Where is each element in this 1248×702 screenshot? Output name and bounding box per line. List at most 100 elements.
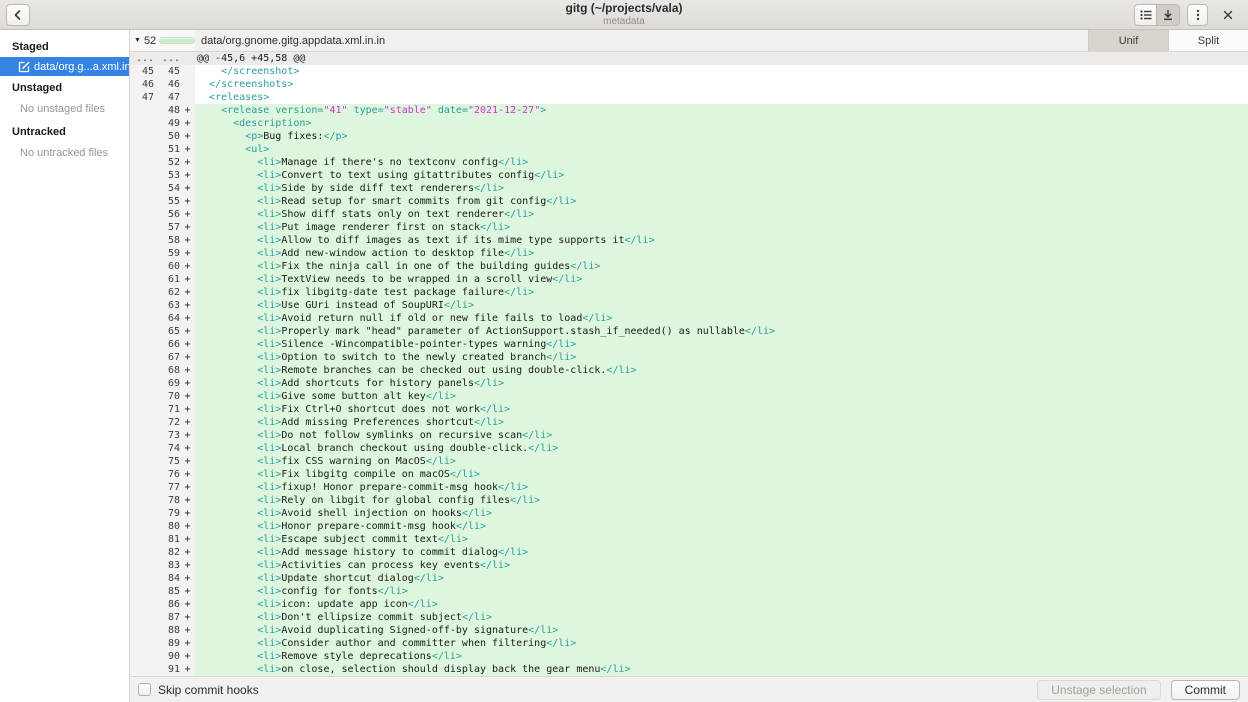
diff-line[interactable]: 70+ <li>Give some button alt key</li> [130,390,1248,403]
diff-line[interactable]: 54+ <li>Side by side diff text renderers… [130,182,1248,195]
diff-line[interactable]: 56+ <li>Show diff stats only on text ren… [130,208,1248,221]
old-line-number [130,572,154,585]
bulleted-list-icon [1138,7,1154,23]
diff-line[interactable]: 85+ <li>config for fonts</li> [130,585,1248,598]
menu-button[interactable] [1187,4,1208,26]
diff-sign: + [180,364,195,377]
diff-line[interactable]: 52+ <li>Manage if there's no textconv co… [130,156,1248,169]
diff-line[interactable]: 4646 </screenshots> [130,78,1248,91]
diff-line[interactable]: 4545 </screenshot> [130,65,1248,78]
code-text: <li>Avoid shell injection on hooks</li> [195,507,1248,520]
code-text: <li>Do not follow symlinks on recursive … [195,429,1248,442]
diff-filename: data/org.gnome.gitg.appdata.xml.in.in [195,30,1088,51]
staged-file-item[interactable]: data/org.g...a.xml.in.in [0,57,129,76]
headerbar-controls [1134,4,1248,26]
diff-sign: + [180,585,195,598]
diff-line[interactable]: 87+ <li>Don't ellipsize commit subject</… [130,611,1248,624]
diff-sign: + [180,611,195,624]
skip-commit-hooks-checkbox[interactable] [138,683,151,696]
code-text: <li>Properly mark "head" parameter of Ac… [195,325,1248,338]
diff-line[interactable]: 49+ <description> [130,117,1248,130]
diff-line[interactable]: 57+ <li>Put image renderer first on stac… [130,221,1248,234]
diff-line[interactable]: 71+ <li>Fix Ctrl+O shortcut does not wor… [130,403,1248,416]
code-text: <li>Side by side diff text renderers</li… [195,182,1248,195]
new-line-number: 75 [154,455,180,468]
diff-line[interactable]: 58+ <li>Allow to diff images as text if … [130,234,1248,247]
diff-line[interactable]: 82+ <li>Add message history to commit di… [130,546,1248,559]
diff-line[interactable]: 83+ <li>Activities can process key event… [130,559,1248,572]
new-line-number: 68 [154,364,180,377]
diff-line[interactable]: 4747 <releases> [130,91,1248,104]
code-text: <p>Bug fixes:</p> [195,130,1248,143]
split-view-button[interactable]: Split [1168,30,1248,51]
diff-sign: + [180,299,195,312]
new-line-number: 55 [154,195,180,208]
diff-line[interactable]: 66+ <li>Silence -Wincompatible-pointer-t… [130,338,1248,351]
old-line-number [130,260,154,273]
expander-triangle-icon[interactable]: ▼ [134,37,141,44]
window-close-button[interactable] [1218,5,1238,25]
diff-sign: + [180,637,195,650]
diff-line[interactable]: 48+ <release version="41" type="stable" … [130,104,1248,117]
diff-line[interactable]: 78+ <li>Rely on libgit for global config… [130,494,1248,507]
commit-button[interactable]: Commit [1171,680,1240,700]
commit-view-button[interactable] [1157,4,1180,26]
diff-line[interactable]: 68+ <li>Remote branches can be checked o… [130,364,1248,377]
diff-sign: + [180,598,195,611]
diff-line[interactable]: 73+ <li>Do not follow symlinks on recurs… [130,429,1248,442]
diff-sign: + [180,377,195,390]
back-button[interactable] [6,4,30,26]
diff-line[interactable]: 81+ <li>Escape subject commit text</li> [130,533,1248,546]
diff-hunk-header-row[interactable]: ......@@ -45,6 +45,58 @@ [130,52,1248,65]
history-view-button[interactable] [1134,4,1157,26]
diff-line[interactable]: 59+ <li>Add new-window action to desktop… [130,247,1248,260]
diff-line[interactable]: 63+ <li>Use GUri instead of SoupURI</li> [130,299,1248,312]
unified-view-button[interactable]: Unif [1088,30,1168,51]
diff-line[interactable]: 80+ <li>Honor prepare-commit-msg hook</l… [130,520,1248,533]
old-line-number [130,481,154,494]
diff-line[interactable]: 91+ <li>on close, selection should displ… [130,663,1248,676]
unstage-selection-button[interactable]: Unstage selection [1037,680,1160,700]
diff-line[interactable]: 90+ <li>Remove style deprecations</li> [130,650,1248,663]
old-line-number: ... [130,52,154,65]
diff-content: ......@@ -45,6 +45,58 @@4545 </screensho… [130,52,1248,676]
diff-line[interactable]: 53+ <li>Convert to text using gitattribu… [130,169,1248,182]
code-text: <description> [195,117,1248,130]
diff-line[interactable]: 72+ <li>Add missing Preferences shortcut… [130,416,1248,429]
diff-sign: + [180,234,195,247]
diff-line[interactable]: 74+ <li>Local branch checkout using doub… [130,442,1248,455]
diff-line[interactable]: 67+ <li>Option to switch to the newly cr… [130,351,1248,364]
code-text: <li>Add new-window action to desktop fil… [195,247,1248,260]
old-line-number [130,130,154,143]
diff-line[interactable]: 69+ <li>Add shortcuts for history panels… [130,377,1248,390]
old-line-number [130,390,154,403]
diff-line[interactable]: 88+ <li>Avoid duplicating Signed-off-by … [130,624,1248,637]
diff-line[interactable]: 84+ <li>Update shortcut dialog</li> [130,572,1248,585]
diff-line[interactable]: 62+ <li>fix libgitg-date test package fa… [130,286,1248,299]
diff-line[interactable]: 50+ <p>Bug fixes:</p> [130,130,1248,143]
diff-sign: + [180,481,195,494]
old-line-number [130,416,154,429]
diff-line[interactable]: 51+ <ul> [130,143,1248,156]
diff-line[interactable]: 86+ <li>icon: update app icon</li> [130,598,1248,611]
code-text: <li>Fix Ctrl+O shortcut does not work</l… [195,403,1248,416]
diff-line[interactable]: 89+ <li>Consider author and committer wh… [130,637,1248,650]
diff-line[interactable]: 60+ <li>Fix the ninja call in one of the… [130,260,1248,273]
diff-sign: + [180,572,195,585]
code-text: <li>Show diff stats only on text rendere… [195,208,1248,221]
diff-line[interactable]: 55+ <li>Read setup for smart commits fro… [130,195,1248,208]
diff-line[interactable]: 77+ <li>fixup! Honor prepare-commit-msg … [130,481,1248,494]
diff-line[interactable]: 64+ <li>Avoid return null if old or new … [130,312,1248,325]
diff-line[interactable]: 61+ <li>TextView needs to be wrapped in … [130,273,1248,286]
diff-line[interactable]: 76+ <li>Fix libgitg compile on macOS</li… [130,468,1248,481]
diff-line[interactable]: 65+ <li>Properly mark "head" parameter o… [130,325,1248,338]
window-title-block: gitg (~/projects/vala) metadata [565,2,682,26]
diff-line[interactable]: 79+ <li>Avoid shell injection on hooks</… [130,507,1248,520]
new-line-number: 61 [154,273,180,286]
diff-sign: + [180,533,195,546]
diff-sign: + [180,520,195,533]
new-line-number: 78 [154,494,180,507]
code-text: <li>Add shortcuts for history panels</li… [195,377,1248,390]
diff-line[interactable]: 75+ <li>fix CSS warning on MacOS</li> [130,455,1248,468]
diff-sign: + [180,260,195,273]
